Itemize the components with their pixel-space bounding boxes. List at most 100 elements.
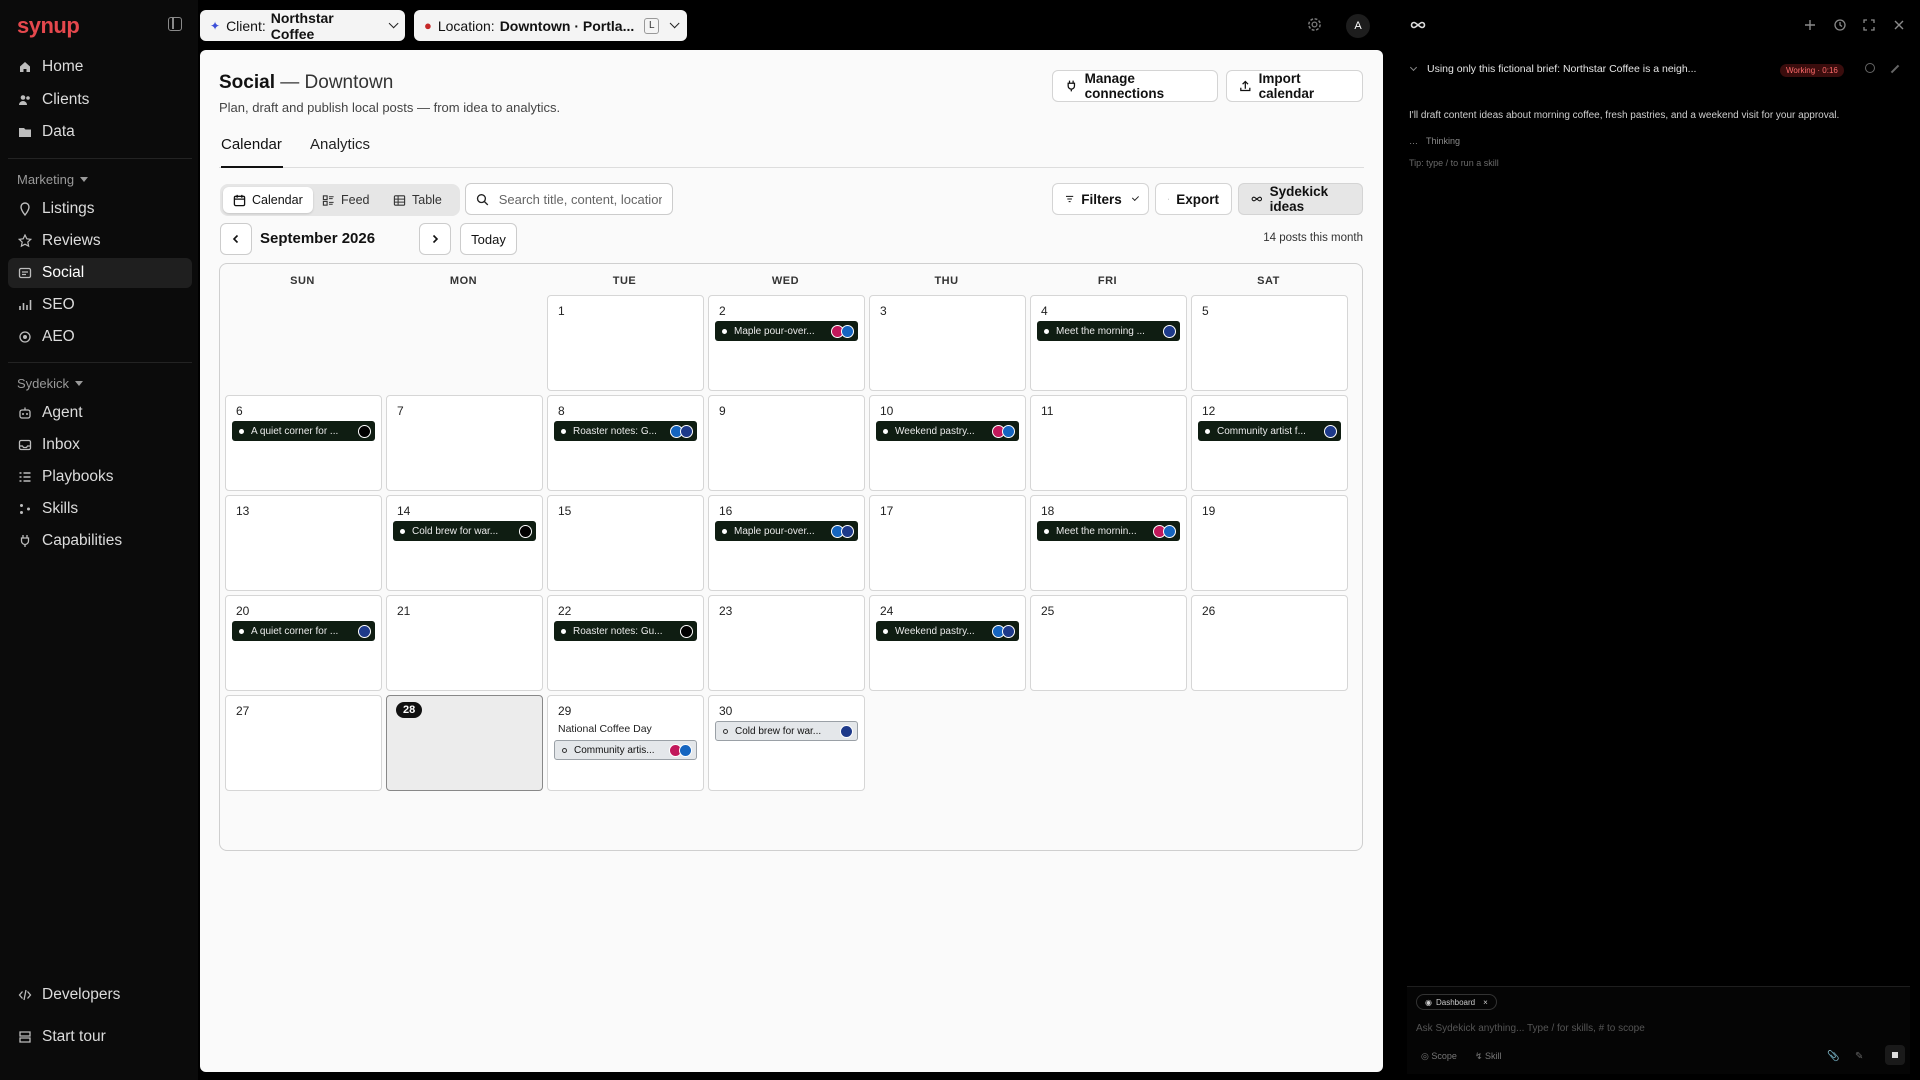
sidebar-item-seo[interactable]: SEO bbox=[8, 290, 192, 320]
calendar-day[interactable]: 15 bbox=[547, 495, 704, 591]
calendar-day[interactable]: 12 Community artist f... bbox=[1191, 395, 1348, 491]
close-icon[interactable]: × bbox=[1483, 998, 1488, 1007]
expand-icon[interactable] bbox=[1862, 18, 1876, 32]
sidebar-item-clients[interactable]: Clients bbox=[8, 85, 192, 115]
calendar-day[interactable]: 17 bbox=[869, 495, 1026, 591]
prev-month-button[interactable] bbox=[220, 223, 252, 255]
post-chip[interactable]: A quiet corner for ... bbox=[232, 421, 375, 441]
sidebar-item-skills[interactable]: Skills bbox=[8, 494, 192, 524]
view-feed-button[interactable]: Feed bbox=[312, 187, 380, 213]
scope-chip[interactable]: ◉ Dashboard × bbox=[1416, 994, 1497, 1010]
calendar-day[interactable]: 5 bbox=[1191, 295, 1348, 391]
sidebar-item-inbox[interactable]: Inbox bbox=[8, 430, 192, 460]
calendar-day[interactable]: 22 Roaster notes: Gu... bbox=[547, 595, 704, 691]
calendar-day[interactable]: 11 bbox=[1030, 395, 1187, 491]
view-table-button[interactable]: Table bbox=[383, 187, 452, 213]
history-icon[interactable] bbox=[1833, 18, 1847, 32]
calendar-day[interactable]: 30 Cold brew for war... bbox=[708, 695, 865, 791]
sidebar-item-data[interactable]: Data bbox=[8, 117, 192, 147]
calendar-day[interactable]: 13 bbox=[225, 495, 382, 591]
calendar-day[interactable]: 27 bbox=[225, 695, 382, 791]
import-calendar-button[interactable]: Import calendar bbox=[1226, 70, 1363, 102]
settings-icon[interactable] bbox=[1865, 63, 1875, 73]
post-chip[interactable]: Cold brew for war... bbox=[393, 521, 536, 541]
sidebar-item-social[interactable]: Social bbox=[8, 258, 192, 288]
pencil-icon[interactable] bbox=[1890, 64, 1900, 74]
home-icon bbox=[18, 60, 32, 74]
tab-analytics[interactable]: Analytics bbox=[310, 134, 380, 168]
tab-calendar[interactable]: Calendar bbox=[221, 134, 283, 168]
calendar-day[interactable]: 16 Maple pour-over... bbox=[708, 495, 865, 591]
sidebar-item-start-tour[interactable]: Start tour bbox=[8, 1022, 192, 1052]
sidebar-item-capabilities[interactable]: Capabilities bbox=[8, 526, 192, 556]
sidebar-item-playbooks[interactable]: Playbooks bbox=[8, 462, 192, 492]
sidebar-item-reviews[interactable]: Reviews bbox=[8, 226, 192, 256]
post-chip[interactable]: Weekend pastry... bbox=[876, 621, 1019, 641]
post-chip[interactable]: Meet the mornin... bbox=[1037, 521, 1180, 541]
calendar-day[interactable]: 2 Maple pour-over... bbox=[708, 295, 865, 391]
calendar-day[interactable]: 20 A quiet corner for ... bbox=[225, 595, 382, 691]
sidebar-item-developers[interactable]: Developers bbox=[8, 980, 192, 1010]
sydekick-section-label[interactable]: Sydekick bbox=[17, 376, 84, 391]
scope-button[interactable]: ◎ Scope bbox=[1421, 1051, 1457, 1062]
post-chip[interactable]: Maple pour-over... bbox=[715, 521, 858, 541]
view-calendar-button[interactable]: Calendar bbox=[223, 187, 313, 213]
calendar-day[interactable]: 3 bbox=[869, 295, 1026, 391]
sidebar-item-listings[interactable]: Listings bbox=[8, 194, 192, 224]
calendar-day[interactable]: 19 bbox=[1191, 495, 1348, 591]
attach-icon[interactable]: 📎 bbox=[1827, 1051, 1839, 1062]
calendar-day[interactable]: 23 bbox=[708, 595, 865, 691]
location-selector[interactable]: ● Location: Downtown · Portla... L bbox=[414, 10, 687, 41]
sidebar-item-agent[interactable]: Agent bbox=[8, 398, 192, 428]
post-chip[interactable]: A quiet corner for ... bbox=[232, 621, 375, 641]
avatar[interactable]: A bbox=[1346, 14, 1370, 38]
tool-icon[interactable]: ✎ bbox=[1855, 1051, 1863, 1062]
calendar-day[interactable]: 10 Weekend pastry... bbox=[869, 395, 1026, 491]
close-icon[interactable] bbox=[1892, 18, 1906, 32]
post-chip[interactable]: Community artis... bbox=[554, 740, 697, 760]
post-chip[interactable]: Roaster notes: G... bbox=[554, 421, 697, 441]
sidebar-collapse-icon[interactable] bbox=[168, 17, 182, 31]
client-selector[interactable]: ✦ Client: Northstar Coffee bbox=[200, 10, 405, 42]
calendar-day[interactable]: 8 Roaster notes: G... bbox=[547, 395, 704, 491]
manage-connections-button[interactable]: Manage connections bbox=[1052, 70, 1218, 102]
post-chip[interactable]: Weekend pastry... bbox=[876, 421, 1019, 441]
view-feed-label: Feed bbox=[341, 193, 370, 207]
post-chip[interactable]: Meet the morning ... bbox=[1037, 321, 1180, 341]
calendar-day[interactable]: 7 bbox=[386, 395, 543, 491]
calendar-day[interactable]: 18 Meet the mornin... bbox=[1030, 495, 1187, 591]
skill-button[interactable]: ↯ Skill bbox=[1475, 1051, 1502, 1062]
calendar-day[interactable]: 25 bbox=[1030, 595, 1187, 691]
synup-logo[interactable]: synup bbox=[17, 13, 80, 39]
calendar-day[interactable]: 1 bbox=[547, 295, 704, 391]
calendar-day[interactable]: 6 A quiet corner for ... bbox=[225, 395, 382, 491]
calendar-day[interactable]: 9 bbox=[708, 395, 865, 491]
page-subtitle: Plan, draft and publish local posts — fr… bbox=[219, 100, 561, 115]
calendar-day[interactable]: 21 bbox=[386, 595, 543, 691]
calendar-day[interactable]: 4 Meet the morning ... bbox=[1030, 295, 1187, 391]
stop-button[interactable] bbox=[1885, 1045, 1905, 1065]
plus-icon[interactable] bbox=[1803, 18, 1817, 32]
table-icon bbox=[393, 194, 406, 206]
sydekick-ideas-button[interactable]: Sydekick ideas bbox=[1238, 183, 1363, 215]
next-month-button[interactable] bbox=[419, 223, 451, 255]
marketing-section-label[interactable]: Marketing bbox=[17, 172, 89, 187]
calendar-day[interactable]: 14 Cold brew for war... bbox=[386, 495, 543, 591]
post-chip[interactable]: Maple pour-over... bbox=[715, 321, 858, 341]
calendar-day[interactable]: 24 Weekend pastry... bbox=[869, 595, 1026, 691]
search-input[interactable]: Search title, content, location bbox=[465, 183, 673, 215]
sidebar-item-label: Social bbox=[42, 264, 85, 281]
sidebar-item-aeo[interactable]: AEO bbox=[8, 322, 192, 352]
calendar-day[interactable]: 29 National Coffee Day Community artis... bbox=[547, 695, 704, 791]
calendar-day-today[interactable]: 28 bbox=[386, 695, 543, 791]
calendar-day[interactable]: 26 bbox=[1191, 595, 1348, 691]
export-button[interactable]: Export bbox=[1155, 183, 1232, 215]
post-chip[interactable]: Community artist f... bbox=[1198, 421, 1341, 441]
filters-button[interactable]: Filters bbox=[1052, 183, 1149, 215]
sidebar-item-home[interactable]: Home bbox=[8, 52, 192, 82]
today-button[interactable]: Today bbox=[460, 223, 517, 255]
post-chip[interactable]: Roaster notes: Gu... bbox=[554, 621, 697, 641]
gear-icon[interactable] bbox=[1306, 16, 1323, 33]
post-chip[interactable]: Cold brew for war... bbox=[715, 721, 858, 741]
chat-input[interactable]: Ask Sydekick anything... Type / for skil… bbox=[1416, 1023, 1645, 1034]
